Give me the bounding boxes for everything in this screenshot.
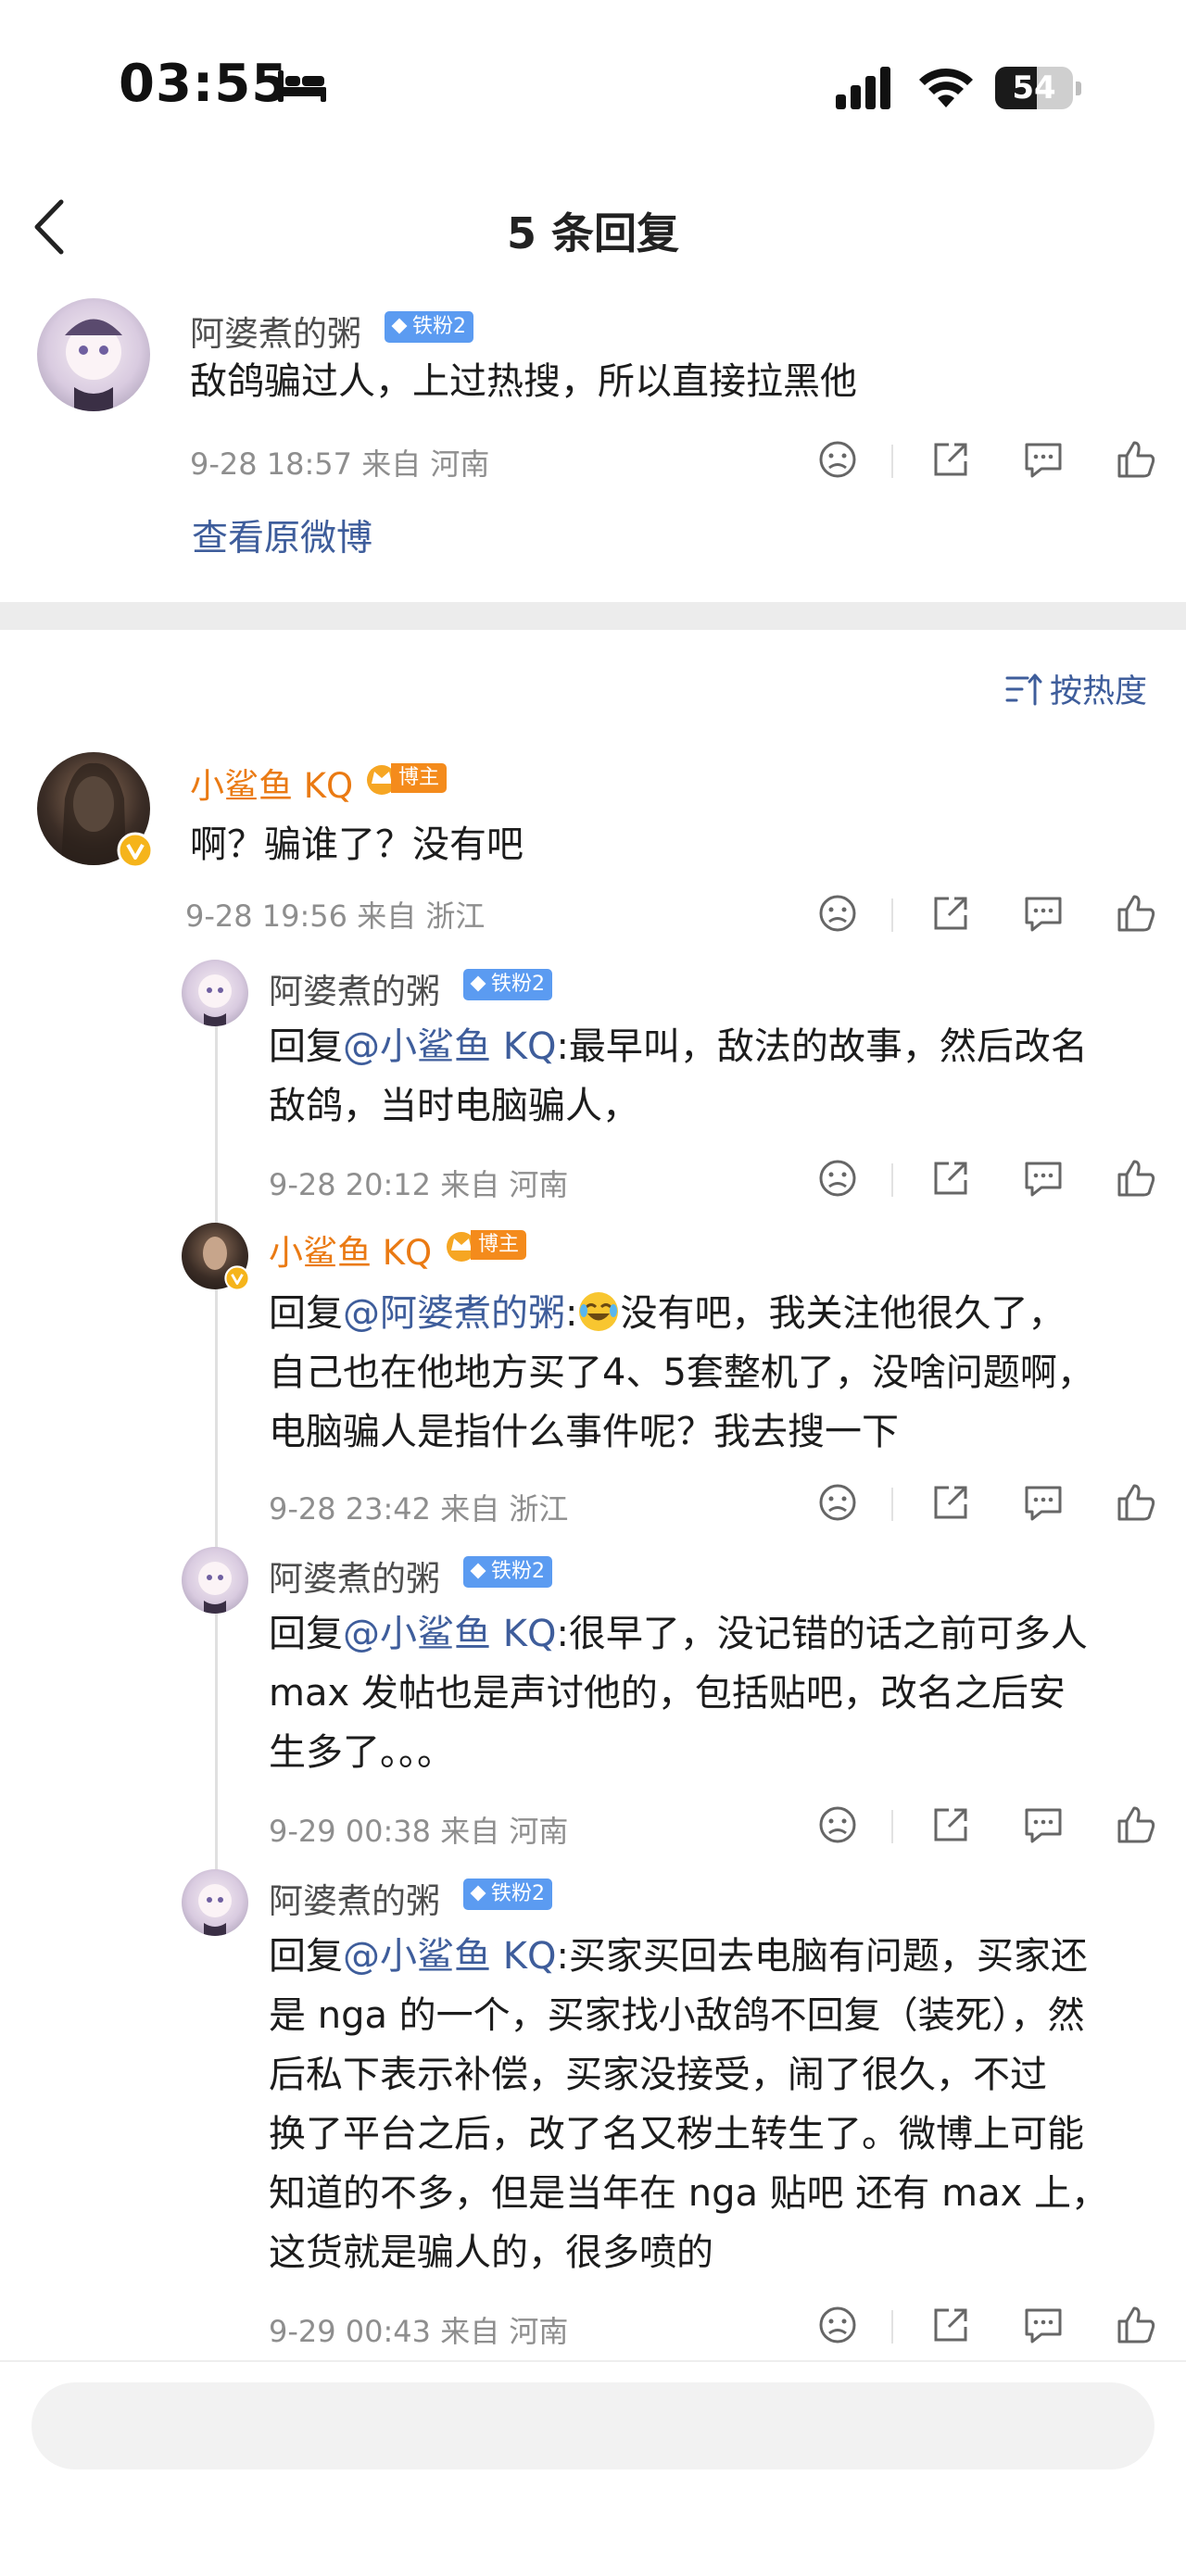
thread-line [215, 1000, 218, 1890]
comment-icon[interactable] [1021, 1156, 1066, 1200]
reply-text: 回复@小鲨鱼 KQ:最早叫，敌法的故事，然后改名 敌鸽，当时电脑骗人， [269, 1025, 1088, 1127]
avatar[interactable] [182, 960, 248, 1026]
avatar-illustration [198, 974, 232, 1026]
like-icon[interactable] [1114, 1480, 1158, 1525]
author-name[interactable]: 小鲨鱼 KQ [190, 758, 353, 808]
comment-actions [815, 437, 1167, 493]
avatar-illustration [198, 1884, 232, 1936]
comment-icon[interactable] [1021, 2303, 1066, 2347]
comment-meta: 9-28 20:12 来自 河南 [269, 1167, 569, 1202]
mention-link[interactable]: @小鲨鱼 KQ [343, 1025, 556, 1068]
like-icon[interactable] [1114, 1803, 1158, 1847]
comment-meta: 9-29 00:43 来自 河南 [269, 2314, 569, 2349]
comment-text: 敌鸽骗过人，上过热搜，所以直接拉黑他 [190, 360, 857, 403]
avatar[interactable] [182, 1547, 248, 1614]
comment-actions [815, 891, 1167, 947]
comment-meta: 9-28 23:42 来自 浙江 [269, 1491, 569, 1527]
comment-meta: 9-28 19:56 来自 浙江 [185, 898, 486, 934]
like-icon[interactable] [1114, 1156, 1158, 1200]
share-icon[interactable] [928, 2303, 973, 2347]
avatar[interactable] [37, 298, 150, 411]
share-icon[interactable] [928, 1803, 973, 1847]
comment-meta: 9-29 00:38 来自 河南 [269, 1814, 569, 1849]
like-icon[interactable] [1114, 891, 1158, 936]
reply-text: 回复@阿婆煮的粥: 没有吧，我关注他很久了， 自己也在他地方买了4、5套整机了，没… [269, 1292, 1094, 1453]
comment-icon[interactable] [1021, 1803, 1066, 1847]
reply-text: 回复@小鲨鱼 KQ:买家买回去电脑有问题，买家还 是 nga 的一个，买家找小敌… [269, 1935, 1108, 2274]
author-name[interactable]: 阿婆煮的粥 [269, 1873, 440, 1923]
mention-link[interactable]: @小鲨鱼 KQ [343, 1935, 556, 1978]
author-name[interactable]: 小鲨鱼 KQ [269, 1225, 432, 1275]
dislike-face-icon[interactable] [815, 1480, 860, 1525]
dislike-face-icon[interactable] [815, 1803, 860, 1847]
author-name[interactable]: 阿婆煮的粥 [269, 1551, 440, 1601]
share-icon[interactable] [928, 1480, 973, 1525]
page-title: 5 条回复 [506, 208, 680, 258]
laugh-cry-emoji-icon [579, 1292, 619, 1331]
reply-text: 回复@小鲨鱼 KQ:很早了，没记错的话之前可多人 max 发帖也是声讨他的，包括… [269, 1613, 1088, 1774]
dislike-face-icon[interactable] [815, 1156, 860, 1200]
mention-link[interactable]: @阿婆煮的粥 [343, 1292, 565, 1335]
author-name[interactable]: 阿婆煮的粥 [190, 306, 361, 356]
view-original-link[interactable]: 查看原微博 [192, 509, 372, 561]
wifi-icon [919, 68, 973, 107]
comment-icon[interactable] [1021, 437, 1066, 482]
battery-percent: 54 [1012, 69, 1056, 107]
share-icon[interactable] [928, 891, 973, 936]
cellular-signal-icon [836, 67, 890, 109]
verified-badge-icon [224, 1265, 250, 1291]
host-badge: 博主 [443, 1226, 536, 1262]
host-badge: 博主 [363, 760, 456, 795]
author-name[interactable]: 阿婆煮的粥 [269, 963, 440, 1013]
dislike-face-icon[interactable] [815, 2303, 860, 2347]
like-icon[interactable] [1114, 437, 1158, 482]
sleep-mode-icon [278, 70, 326, 102]
comment-text: 啊？骗谁了？没有吧 [190, 823, 524, 866]
divider [0, 2360, 1186, 2362]
sort-toggle[interactable]: 按热度 [1050, 665, 1147, 712]
comment-meta: 9-28 18:57 来自 河南 [190, 446, 490, 482]
battery-indicator: 54 [995, 67, 1081, 109]
status-bar: 03:55 54 [0, 0, 1186, 167]
fan-badge: 铁粉2 [463, 1556, 552, 1588]
reply-input[interactable] [32, 2382, 1154, 2469]
like-icon[interactable] [1114, 2303, 1158, 2347]
dislike-face-icon[interactable] [815, 437, 860, 482]
dislike-face-icon[interactable] [815, 891, 860, 936]
share-icon[interactable] [928, 1156, 973, 1200]
mention-link[interactable]: @小鲨鱼 KQ [343, 1613, 556, 1655]
avatar-illustration [198, 1562, 232, 1614]
fan-badge: 铁粉2 [385, 311, 473, 343]
verified-badge-icon [117, 832, 154, 869]
comment-icon[interactable] [1021, 1480, 1066, 1525]
comment-actions [815, 1803, 1167, 1858]
avatar-illustration [65, 319, 122, 411]
nav-header: 5 条回复 [0, 167, 1186, 287]
sort-icon[interactable] [1005, 672, 1042, 706]
comment-icon[interactable] [1021, 891, 1066, 936]
original-comment: 阿婆煮的粥 铁粉2 敌鸽骗过人，上过热搜，所以直接拉黑他 9-28 18:57 … [0, 287, 1186, 602]
fan-badge: 铁粉2 [463, 969, 552, 1000]
section-divider [0, 602, 1186, 630]
fan-badge: 铁粉2 [463, 1879, 552, 1910]
status-time: 03:55 [119, 54, 289, 114]
avatar[interactable] [182, 1869, 248, 1936]
share-icon[interactable] [928, 437, 973, 482]
comment-actions [815, 1480, 1167, 1536]
comment-actions [815, 2303, 1167, 2358]
comment-actions [815, 1156, 1167, 1212]
